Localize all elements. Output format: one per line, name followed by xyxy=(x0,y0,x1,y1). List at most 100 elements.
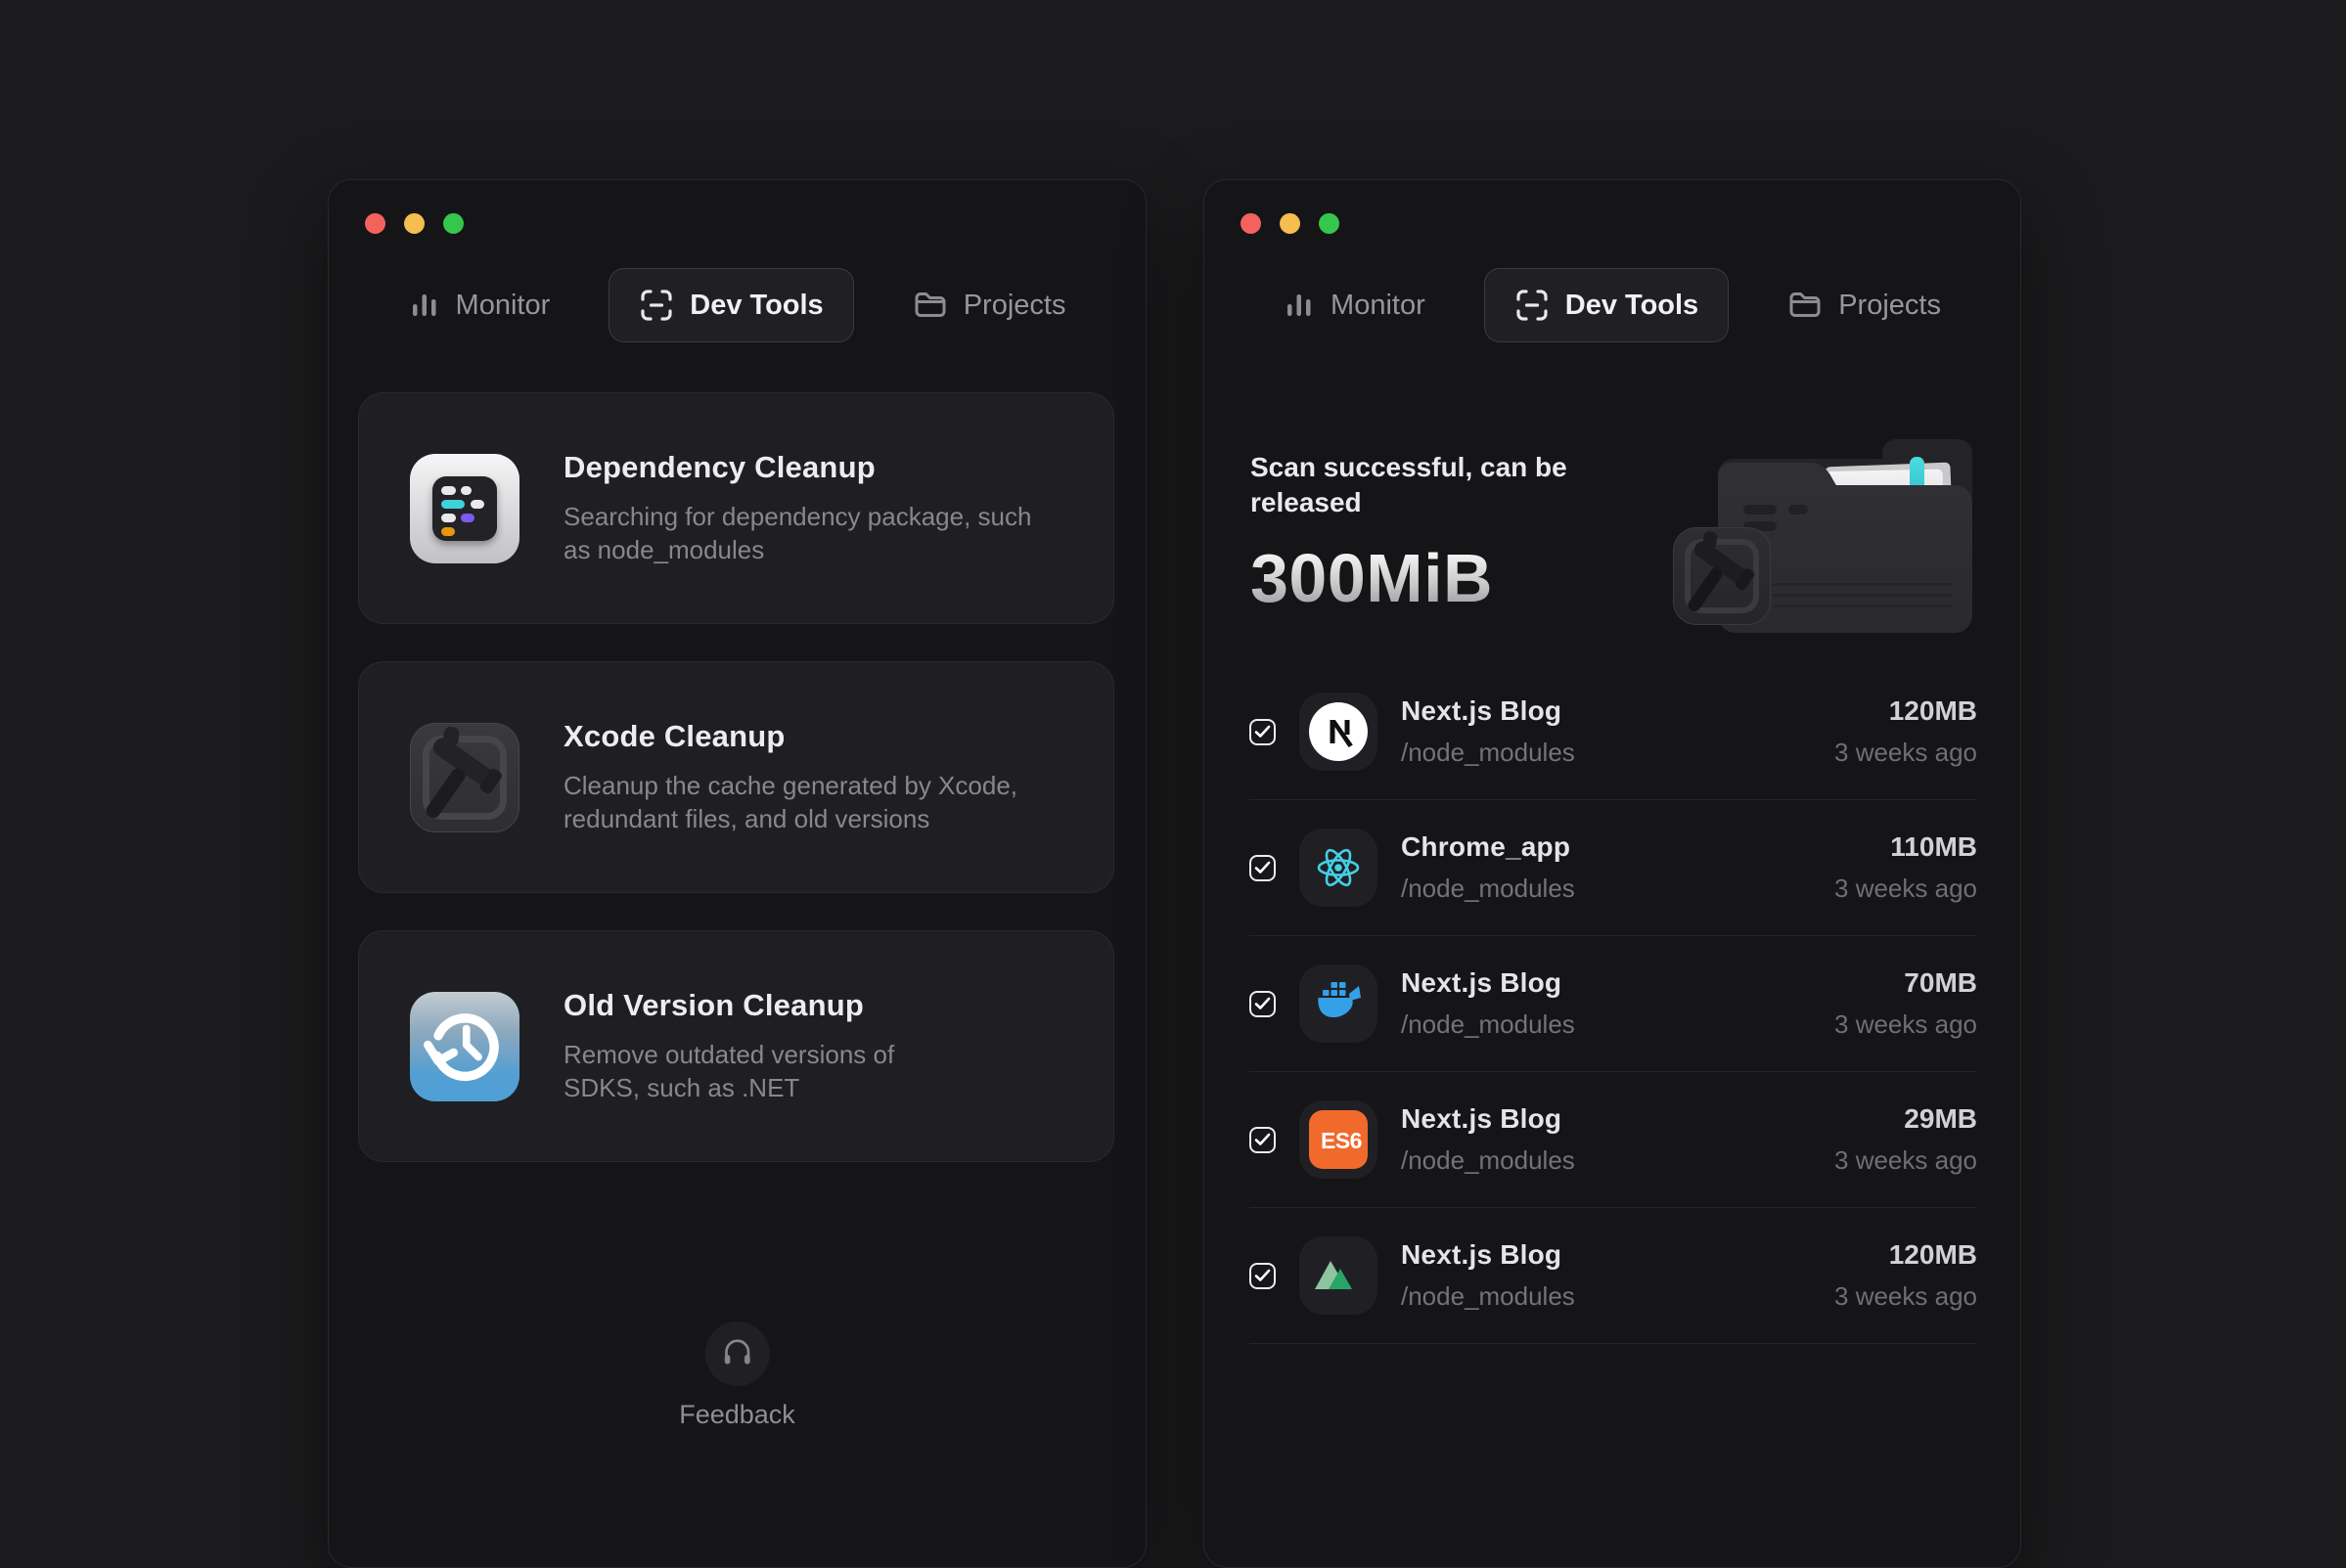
project-size: 29MB xyxy=(1834,1103,1977,1135)
project-path: /node_modules xyxy=(1401,1145,1811,1176)
docker-logo xyxy=(1299,964,1377,1043)
zoom-button[interactable] xyxy=(443,213,464,234)
scan-minus-icon xyxy=(1514,288,1550,323)
card-dependency-cleanup[interactable]: Dependency Cleanup Searching for depende… xyxy=(358,392,1114,624)
scan-results-list: Next.js Blog /node_modules 120MB 3 weeks… xyxy=(1249,664,1977,1344)
project-age: 3 weeks ago xyxy=(1834,738,1977,768)
card-title: Dependency Cleanup xyxy=(564,450,1031,485)
minimize-button[interactable] xyxy=(1280,213,1300,234)
tab-projects[interactable]: Projects xyxy=(913,288,1066,323)
row-checkbox[interactable] xyxy=(1249,1127,1276,1153)
list-item-es6-project[interactable]: ES6 Next.js Blog /node_modules 29MB 3 we… xyxy=(1249,1072,1977,1208)
project-path: /node_modules xyxy=(1401,1281,1811,1312)
row-meta: 120MB 3 weeks ago xyxy=(1834,1239,1977,1312)
project-age: 3 weeks ago xyxy=(1834,874,1977,904)
scan-results-window: Monitor Dev Tools Projects xyxy=(1203,179,2021,1568)
project-name: Next.js Blog xyxy=(1401,1103,1811,1135)
scan-summary: Scan successful, can be released 300MiB xyxy=(1250,450,1567,617)
time-machine-icon xyxy=(410,992,519,1101)
headphones-icon xyxy=(718,1333,755,1375)
monitor-bars-icon xyxy=(1284,290,1315,321)
project-path: /node_modules xyxy=(1401,874,1811,904)
project-name: Next.js Blog xyxy=(1401,695,1811,727)
card-text: Dependency Cleanup Searching for depende… xyxy=(564,450,1031,567)
xcode-hammer-icon xyxy=(410,723,519,832)
row-text: Chrome_app /node_modules xyxy=(1401,831,1811,904)
row-checkbox[interactable] xyxy=(1249,855,1276,881)
zoom-button[interactable] xyxy=(1319,213,1339,234)
dev-tools-window: Monitor Dev Tools Projects xyxy=(328,179,1147,1568)
card-xcode-cleanup[interactable]: Xcode Cleanup Cleanup the cache generate… xyxy=(358,661,1114,893)
project-size: 70MB xyxy=(1834,967,1977,999)
project-name: Next.js Blog xyxy=(1401,967,1811,999)
card-title: Xcode Cleanup xyxy=(564,719,1017,754)
list-item-nextjs-blog[interactable]: Next.js Blog /node_modules 120MB 3 weeks… xyxy=(1249,664,1977,800)
row-checkbox[interactable] xyxy=(1249,991,1276,1017)
list-item-docker-project[interactable]: Next.js Blog /node_modules 70MB 3 weeks … xyxy=(1249,936,1977,1072)
tab-monitor[interactable]: Monitor xyxy=(409,290,551,322)
row-meta: 120MB 3 weeks ago xyxy=(1834,695,1977,768)
row-text: Next.js Blog /node_modules xyxy=(1401,695,1811,768)
tab-projects[interactable]: Projects xyxy=(1787,288,1941,323)
xcode-hammer-badge xyxy=(1673,527,1771,625)
card-text: Old Version Cleanup Remove outdated vers… xyxy=(564,988,894,1105)
project-path: /node_modules xyxy=(1401,738,1811,768)
scan-status-text: Scan successful, can be released xyxy=(1250,450,1567,521)
project-age: 3 weeks ago xyxy=(1834,1145,1977,1176)
dependency-cleanup-icon xyxy=(410,454,519,563)
row-meta: 70MB 3 weeks ago xyxy=(1834,967,1977,1040)
minimize-button[interactable] xyxy=(404,213,425,234)
tab-dev-tools-label: Dev Tools xyxy=(1565,290,1698,322)
tab-monitor[interactable]: Monitor xyxy=(1284,290,1425,322)
row-text: Next.js Blog /node_modules xyxy=(1401,967,1811,1040)
cleanup-tools-list: Dependency Cleanup Searching for depende… xyxy=(358,392,1114,1162)
card-description: Remove outdated versions of SDKS, such a… xyxy=(564,1038,894,1105)
card-description: Cleanup the cache generated by Xcode, re… xyxy=(564,769,1017,836)
folder-icon xyxy=(913,288,948,323)
row-checkbox[interactable] xyxy=(1249,1263,1276,1289)
project-size: 120MB xyxy=(1834,1239,1977,1271)
tab-monitor-label: Monitor xyxy=(1331,290,1425,322)
feedback-circle xyxy=(704,1322,769,1386)
traffic-lights xyxy=(365,213,464,234)
card-text: Xcode Cleanup Cleanup the cache generate… xyxy=(564,719,1017,836)
monitor-bars-icon xyxy=(409,290,440,321)
row-meta: 110MB 3 weeks ago xyxy=(1834,831,1977,904)
project-size: 120MB xyxy=(1834,695,1977,727)
tab-bar: Monitor Dev Tools Projects xyxy=(1204,268,2020,342)
tab-projects-label: Projects xyxy=(1838,290,1941,322)
close-button[interactable] xyxy=(365,213,385,234)
nuxt-logo xyxy=(1299,1236,1377,1315)
tab-dev-tools[interactable]: Dev Tools xyxy=(1484,268,1729,342)
row-checkbox[interactable] xyxy=(1249,719,1276,745)
row-text: Next.js Blog /node_modules xyxy=(1401,1239,1811,1312)
list-item-chrome-app[interactable]: Chrome_app /node_modules 110MB 3 weeks a… xyxy=(1249,800,1977,936)
tab-dev-tools[interactable]: Dev Tools xyxy=(609,268,853,342)
project-name: Chrome_app xyxy=(1401,831,1811,863)
card-title: Old Version Cleanup xyxy=(564,988,894,1023)
tab-projects-label: Projects xyxy=(964,290,1066,322)
row-text: Next.js Blog /node_modules xyxy=(1401,1103,1811,1176)
row-meta: 29MB 3 weeks ago xyxy=(1834,1103,1977,1176)
feedback-button[interactable]: Feedback xyxy=(679,1322,795,1430)
card-description: Searching for dependency package, such a… xyxy=(564,500,1031,567)
project-name: Next.js Blog xyxy=(1401,1239,1811,1271)
tab-dev-tools-label: Dev Tools xyxy=(690,290,823,322)
react-logo xyxy=(1299,829,1377,907)
tab-bar: Monitor Dev Tools Projects xyxy=(329,268,1146,342)
close-button[interactable] xyxy=(1241,213,1261,234)
nextjs-logo xyxy=(1299,693,1377,771)
traffic-lights xyxy=(1241,213,1339,234)
feedback-label: Feedback xyxy=(679,1400,795,1430)
card-old-version-cleanup[interactable]: Old Version Cleanup Remove outdated vers… xyxy=(358,930,1114,1162)
dev-folder-illustration xyxy=(1718,439,1972,633)
scan-minus-icon xyxy=(639,288,674,323)
list-item-nuxt-project[interactable]: Next.js Blog /node_modules 120MB 3 weeks… xyxy=(1249,1208,1977,1344)
es6-badge-text: ES6 xyxy=(1309,1110,1368,1169)
project-age: 3 weeks ago xyxy=(1834,1009,1977,1040)
project-age: 3 weeks ago xyxy=(1834,1281,1977,1312)
scan-size-value: 300MiB xyxy=(1250,539,1567,617)
project-size: 110MB xyxy=(1834,831,1977,863)
tab-monitor-label: Monitor xyxy=(456,290,551,322)
es6-logo: ES6 xyxy=(1299,1100,1377,1179)
